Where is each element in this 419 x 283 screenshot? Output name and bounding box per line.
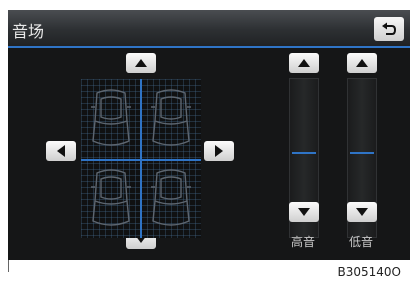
arrow-up-icon xyxy=(298,59,310,67)
screen-title: 音场 xyxy=(12,22,45,41)
arrow-right-icon xyxy=(215,145,223,157)
fader-front-button[interactable] xyxy=(126,53,156,73)
seat-rear-right-icon xyxy=(151,169,191,226)
treble-slider-marker xyxy=(292,152,316,154)
arrow-up-icon xyxy=(135,59,147,67)
bass-label: 低音 xyxy=(349,235,374,249)
arrow-left-icon xyxy=(57,145,65,157)
treble-down-button[interactable] xyxy=(289,202,319,222)
title-divider xyxy=(8,46,410,48)
seat-front-left-icon xyxy=(91,89,131,146)
back-button[interactable] xyxy=(374,17,404,41)
bass-up-button[interactable] xyxy=(347,53,377,73)
balance-left-button[interactable] xyxy=(46,141,76,161)
arrow-down-icon xyxy=(356,208,368,216)
treble-label: 高音 xyxy=(291,235,316,249)
title-bar: 音场 xyxy=(8,10,410,46)
figure-code: B305140O xyxy=(337,265,402,279)
bass-slider-marker xyxy=(350,152,374,154)
back-arrow-icon xyxy=(382,22,397,35)
arrow-up-icon xyxy=(356,59,368,67)
grid-center-horizontal xyxy=(81,159,201,161)
bass-down-button[interactable] xyxy=(347,202,377,222)
balance-right-button[interactable] xyxy=(204,141,234,161)
seat-front-right-icon xyxy=(151,89,191,146)
sound-field-grid[interactable] xyxy=(81,79,201,238)
treble-up-button[interactable] xyxy=(289,53,319,73)
seat-rear-left-icon xyxy=(91,169,131,226)
audio-settings-screen: 音场 高音 低音 xyxy=(8,10,410,260)
arrow-down-icon xyxy=(298,208,310,216)
figure-edge-tick xyxy=(8,260,9,272)
